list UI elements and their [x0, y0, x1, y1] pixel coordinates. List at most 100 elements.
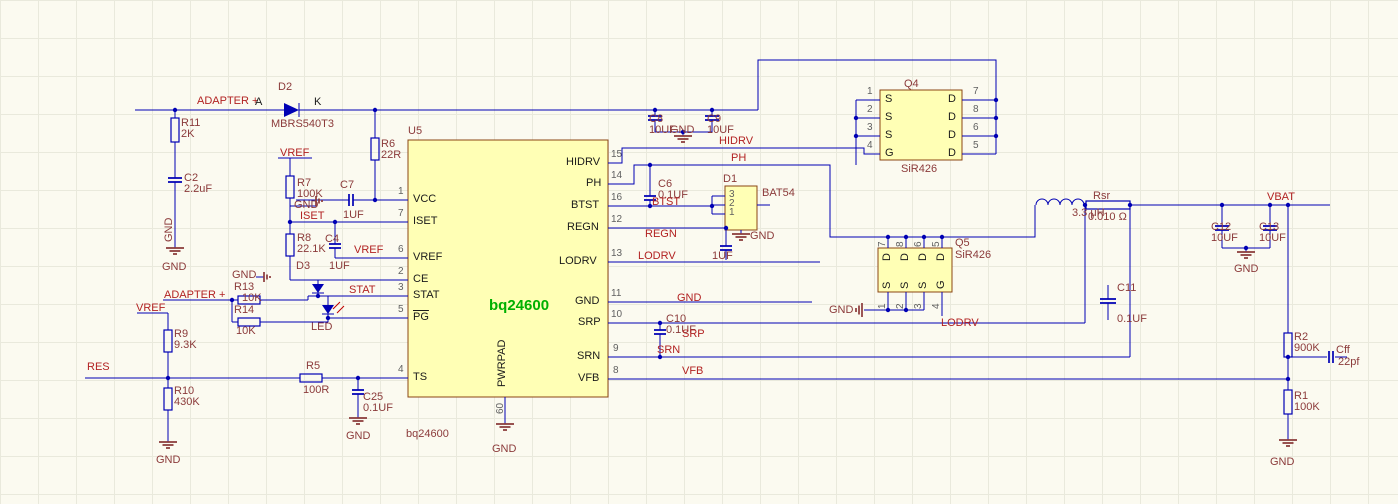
net-lodrv: LODRV: [638, 250, 676, 262]
d2-value: MBRS540T3: [271, 118, 334, 130]
pin-name-ts: TS: [413, 371, 428, 383]
d1-pin-1: 1: [729, 207, 735, 218]
rsr-value: 0.010 Ω: [1088, 211, 1127, 223]
r6-body[interactable]: [370, 137, 380, 161]
c4-value: 1UF: [329, 260, 350, 272]
r7-body[interactable]: [285, 175, 295, 199]
inductor-l1[interactable]: [1035, 198, 1085, 206]
schematic-graphics: [85, 59, 1347, 449]
pin-name-iset: ISET: [413, 215, 438, 227]
pin-name-ph: PH: [586, 177, 602, 189]
capacitor-plates[interactable]: [168, 115, 1334, 395]
led-designator: LED: [311, 321, 333, 333]
q5-pin-num-5: 5: [931, 241, 942, 247]
gnd-r13-label: GND: [232, 269, 257, 281]
c4-designator: C4: [325, 233, 340, 245]
q5-pin-s3: S: [917, 281, 929, 289]
pin-name-vfb: VFB: [578, 372, 600, 384]
pin-num-3: 3: [398, 282, 404, 293]
c12-value: 10UF: [1211, 232, 1238, 244]
q4-pin-d4: D: [948, 147, 956, 159]
pin-num-6: 6: [398, 244, 404, 255]
r5-body[interactable]: [299, 373, 323, 383]
rsr-designator: Rsr: [1093, 190, 1111, 202]
q5-pin-d1: D: [881, 253, 893, 261]
pin-num-2: 2: [398, 266, 404, 277]
c11-value: 0.1UF: [1117, 313, 1147, 325]
q4-pin-num-7: 7: [973, 86, 979, 97]
pin-name-btst: BTST: [571, 199, 600, 211]
pin-num-8: 8: [613, 365, 619, 376]
net-btst: BTST: [652, 196, 681, 208]
net-stat: STAT: [349, 284, 376, 296]
q5-pin-g: G: [935, 280, 947, 289]
c11-designator: C11: [1117, 282, 1137, 294]
pin-name-hidrv: HIDRV: [566, 156, 601, 168]
q4-pin-num-1: 1: [867, 86, 873, 97]
gnd-r10-label: GND: [156, 454, 181, 466]
net-lodrv-q5: LODRV: [941, 317, 979, 329]
q5-pin-d2: D: [899, 253, 911, 261]
chip-title: bq24600: [489, 297, 550, 314]
q4-pin-s3: S: [885, 129, 893, 141]
c7-designator: C7: [340, 179, 355, 191]
r2-body[interactable]: [1283, 332, 1293, 358]
r9-body[interactable]: [163, 329, 173, 353]
r14-value: 10K: [236, 325, 256, 337]
net-regn: REGN: [645, 228, 677, 240]
led-diode-icon[interactable]: [322, 305, 334, 314]
q5-pin-s1: S: [881, 281, 893, 289]
q5-pin-num-4: 4: [931, 303, 942, 309]
pin-num-11: 11: [611, 288, 622, 299]
pin-num-15: 15: [611, 149, 623, 160]
q4-pin-d3: D: [948, 129, 956, 141]
d3-designator: D3: [296, 260, 311, 272]
q4-designator: Q4: [904, 78, 919, 90]
q5-pin-d3: D: [917, 253, 929, 261]
r14-designator: R14: [234, 304, 255, 316]
net-vref-c4: VREF: [354, 244, 384, 256]
gnd-c8-label: GND: [670, 124, 695, 136]
pin-num-1: 1: [398, 186, 404, 197]
r8-value: 22.1K: [297, 243, 326, 255]
d2-designator: D2: [278, 81, 293, 93]
q4-pin-num-5: 5: [973, 140, 979, 151]
d2-diode-icon[interactable]: [284, 103, 299, 117]
r10-body[interactable]: [163, 387, 173, 411]
d1-value: BAT54: [762, 187, 795, 199]
net-iset: ISET: [300, 210, 325, 222]
pin-name-gnd: GND: [575, 295, 600, 307]
net-adapter-top: ADAPTER +: [197, 95, 259, 107]
gnd-q5-label: GND: [829, 304, 854, 316]
q4-pin-s2: S: [885, 111, 893, 123]
q4-pin-num-8: 8: [973, 104, 979, 115]
c2-value: 2.2uF: [184, 183, 213, 195]
gnd-c25-label: GND: [346, 430, 371, 442]
u5-footer: bq24600: [406, 428, 449, 440]
pin-name-srn: SRN: [577, 350, 601, 362]
q4-pin-num-6: 6: [973, 122, 979, 133]
q5-designator: Q5: [955, 237, 970, 249]
cff-value: 22pf: [1338, 356, 1360, 368]
net-vbat: VBAT: [1267, 191, 1295, 203]
d3-diode-icon[interactable]: [312, 284, 324, 293]
pin-num-60: 60: [495, 402, 506, 414]
q5-pin-s2: S: [899, 281, 911, 289]
net-gnd-vertical: GND: [163, 217, 175, 242]
schematic-canvas[interactable]: ADAPTER + A K D2 MBRS540T3 R11 2K C2 2.2uF GND GND…: [0, 0, 1398, 504]
r5-value: 100R: [303, 384, 330, 396]
pin-num-5: 5: [398, 304, 404, 315]
gnd-pwrpad-label: GND: [492, 443, 517, 455]
c25-value: 0.1UF: [363, 402, 393, 414]
r6-value: 22R: [381, 149, 402, 161]
d2-cathode-label: K: [314, 96, 322, 108]
q4-pin-d1: D: [948, 93, 956, 105]
q5-pin-d4: D: [935, 253, 947, 261]
r8-body[interactable]: [285, 233, 295, 257]
pin-num-4: 4: [398, 364, 404, 375]
r1-body[interactable]: [1283, 389, 1293, 415]
pin-name-stat: STAT: [413, 289, 440, 301]
r9-value: 9.3K: [174, 339, 197, 351]
r11-body[interactable]: [170, 117, 180, 143]
pin-name-lodrv: LODRV: [559, 255, 597, 267]
